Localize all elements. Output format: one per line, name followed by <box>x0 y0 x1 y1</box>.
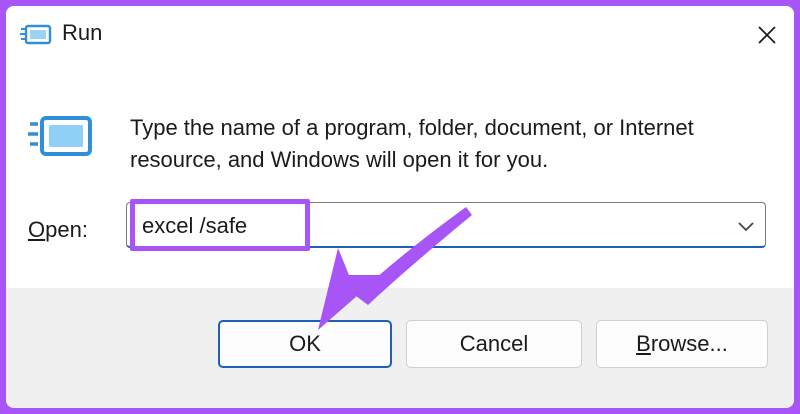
title-bar: Run <box>6 6 794 62</box>
open-input-value[interactable]: excel /safe <box>142 213 247 239</box>
close-button[interactable] <box>750 18 784 52</box>
browse-label-rest: rowse... <box>650 331 728 356</box>
open-label-accelerator: O <box>28 217 46 242</box>
ok-button[interactable]: OK <box>218 320 392 368</box>
description-text: Type the name of a program, folder, docu… <box>130 115 694 172</box>
run-icon <box>20 24 52 45</box>
bottom-border <box>0 408 800 414</box>
dropdown-button[interactable] <box>732 212 760 240</box>
browse-accelerator: B <box>636 331 651 356</box>
window-title: Run <box>62 20 103 45</box>
browse-button[interactable]: Browse... <box>596 320 768 368</box>
open-label-rest: pen: <box>45 217 88 242</box>
open-label: Open: <box>28 217 88 243</box>
chevron-down-icon <box>738 222 754 232</box>
close-icon <box>758 26 776 44</box>
run-icon <box>28 116 92 156</box>
cancel-button[interactable]: Cancel <box>406 320 582 368</box>
